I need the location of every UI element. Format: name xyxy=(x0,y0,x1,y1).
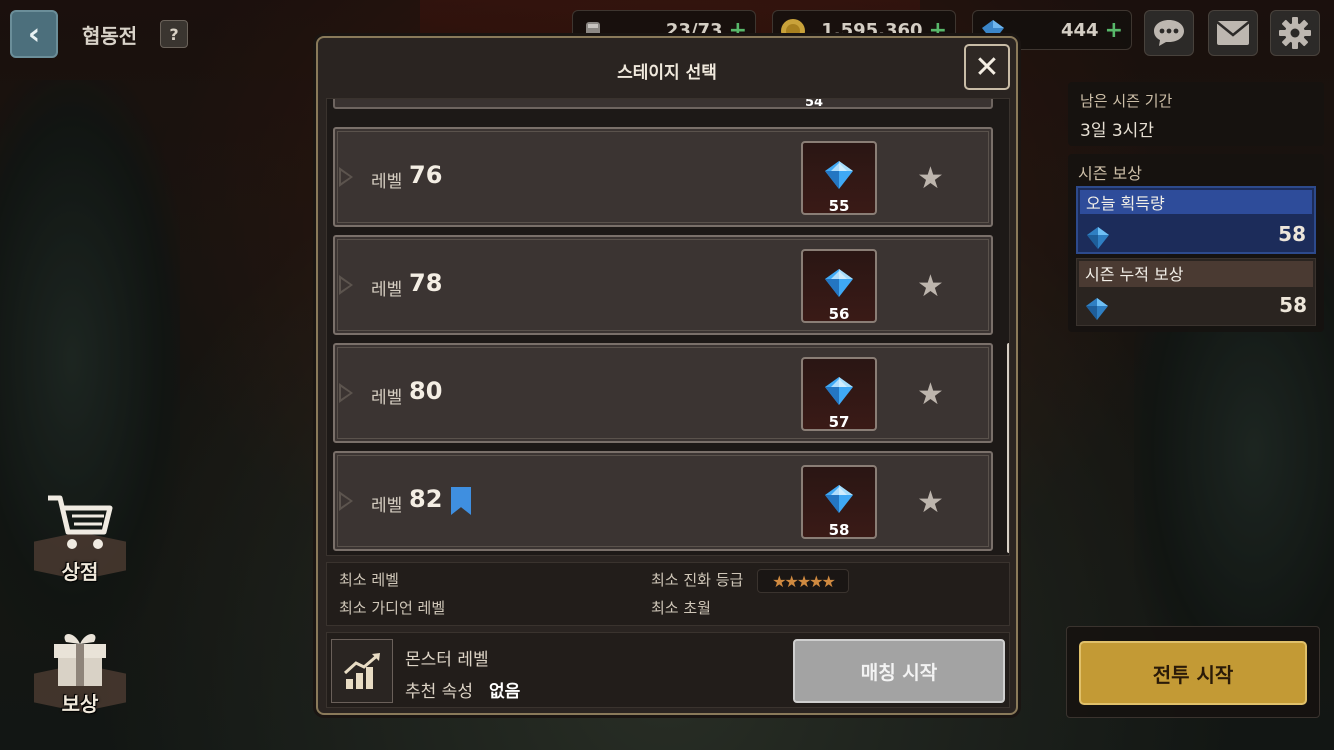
stage-row[interactable]: 레벨 78 56 ★ xyxy=(333,235,993,335)
min-level-label: 최소 레벨 xyxy=(339,571,399,589)
close-button[interactable]: ✕ xyxy=(964,44,1010,90)
stage-reward-value: 54 xyxy=(805,98,824,110)
stage-level-label: 레벨 xyxy=(371,172,403,192)
season-remaining-value: 3일 3시간 xyxy=(1080,121,1154,141)
min-guardian-level-label: 최소 가디언 레벨 xyxy=(339,599,446,617)
mail-button[interactable] xyxy=(1208,10,1258,56)
stage-row-partial[interactable]: 54 xyxy=(333,98,993,110)
star-icon: ★ xyxy=(917,485,944,520)
season-cumulative-label: 시즌 누적 보상 xyxy=(1079,261,1313,287)
gift-box-icon xyxy=(54,634,106,686)
back-button[interactable]: ‹ xyxy=(10,10,58,58)
dialog-title: 스테이지 선택 xyxy=(617,63,717,83)
stage-level-label: 레벨 xyxy=(371,280,403,300)
monster-info-box: 몬스터 레벨 추천 속성 없음 매칭 시작 xyxy=(326,632,1010,708)
gem-icon xyxy=(825,161,853,189)
match-start-button[interactable]: 매칭 시작 xyxy=(793,639,1005,703)
stage-select-dialog: 스테이지 선택 ✕ 54 레벨 76 55 ★ 레벨 78 56 ★ 레벨 80… xyxy=(316,36,1018,715)
star-icon: ★ xyxy=(917,377,944,412)
back-arrow-icon: ‹ xyxy=(27,16,41,52)
gem-value: 444 xyxy=(1060,19,1099,41)
evolution-stars: ★★★★★ xyxy=(757,569,849,593)
stage-list[interactable]: 54 레벨 76 55 ★ 레벨 78 56 ★ 레벨 80 57 ★ 레벨 8… xyxy=(326,98,1010,556)
stage-level-label: 레벨 xyxy=(371,388,403,408)
gem-icon xyxy=(1086,298,1108,320)
help-button[interactable]: ? xyxy=(160,20,188,48)
stage-level-number: 82 xyxy=(409,485,443,513)
season-cumulative-value: 58 xyxy=(1279,293,1307,317)
stage-reward-box: 56 xyxy=(801,249,877,323)
stage-reward-value: 57 xyxy=(828,413,850,431)
season-reward-panel: 시즌 보상 오늘 획득량 58 시즌 누적 보상 58 xyxy=(1068,154,1324,332)
reward-label: 보상 xyxy=(61,692,99,716)
stage-reward-box: 55 xyxy=(801,141,877,215)
close-icon: ✕ xyxy=(974,49,1000,85)
stage-reward-value: 55 xyxy=(828,197,850,215)
requirements-box: 최소 레벨 최소 가디언 레벨 최소 진화 등급 ★★★★★ 최소 초월 xyxy=(326,562,1010,626)
monster-level-icon-box xyxy=(331,639,393,703)
stage-level-label: 레벨 xyxy=(371,496,403,516)
today-earned-value: 58 xyxy=(1278,222,1306,246)
season-remaining-label: 남은 시즌 기간 xyxy=(1080,92,1173,110)
season-remaining-panel: 남은 시즌 기간 3일 3시간 xyxy=(1068,82,1324,146)
chat-button[interactable] xyxy=(1144,10,1194,56)
battle-start-button[interactable]: 전투 시작 xyxy=(1079,641,1307,705)
shopping-cart-icon xyxy=(48,495,113,549)
expand-arrow-icon xyxy=(339,491,353,511)
min-evolution-label: 최소 진화 등급 xyxy=(651,571,744,589)
stage-reward-value: 56 xyxy=(828,305,850,323)
stage-level-number: 76 xyxy=(409,161,443,189)
mail-icon xyxy=(1216,21,1250,45)
stage-reward-value: 58 xyxy=(828,521,850,539)
stage-list-scrollbar[interactable] xyxy=(1007,343,1009,553)
battle-start-panel: 전투 시작 xyxy=(1066,626,1320,718)
recommended-attribute-value: 없음 xyxy=(489,682,521,702)
season-cumulative-box: 시즌 누적 보상 58 xyxy=(1076,258,1316,326)
gem-icon xyxy=(825,377,853,405)
shop-label: 상점 xyxy=(61,560,99,584)
expand-arrow-icon xyxy=(339,275,353,295)
stage-row[interactable]: 레벨 82 58 ★ xyxy=(333,451,993,551)
shop-button[interactable]: 상점 xyxy=(30,488,130,598)
star-icon: ★ xyxy=(917,269,944,304)
stage-row[interactable]: 레벨 76 55 ★ xyxy=(333,127,993,227)
page-title: 협동전 xyxy=(82,24,138,48)
reward-button[interactable]: 보상 xyxy=(30,620,130,730)
stage-level-number: 78 xyxy=(409,269,443,297)
expand-arrow-icon xyxy=(339,383,353,403)
monster-level-label: 몬스터 레벨 xyxy=(405,650,489,670)
rising-chart-icon xyxy=(343,653,380,689)
stage-row[interactable]: 레벨 80 57 ★ xyxy=(333,343,993,443)
chat-icon xyxy=(1154,20,1184,46)
stage-level-number: 80 xyxy=(409,377,443,405)
today-earned-box: 오늘 획득량 58 xyxy=(1076,186,1316,254)
gem-plus-button[interactable]: + xyxy=(1105,18,1123,43)
recommended-attribute-label: 추천 속성 xyxy=(405,682,473,702)
stage-reward-box: 57 xyxy=(801,357,877,431)
season-reward-title: 시즌 보상 xyxy=(1078,164,1142,183)
stage-reward-box: 58 xyxy=(801,465,877,539)
expand-arrow-icon xyxy=(339,167,353,187)
gem-icon xyxy=(1087,227,1109,249)
today-earned-label: 오늘 획득량 xyxy=(1080,190,1312,214)
settings-icon xyxy=(1279,17,1311,49)
star-icon: ★ xyxy=(917,161,944,196)
min-transcend-label: 최소 초월 xyxy=(651,599,711,617)
gem-icon xyxy=(825,269,853,297)
gem-icon xyxy=(825,485,853,513)
settings-button[interactable] xyxy=(1270,10,1320,56)
